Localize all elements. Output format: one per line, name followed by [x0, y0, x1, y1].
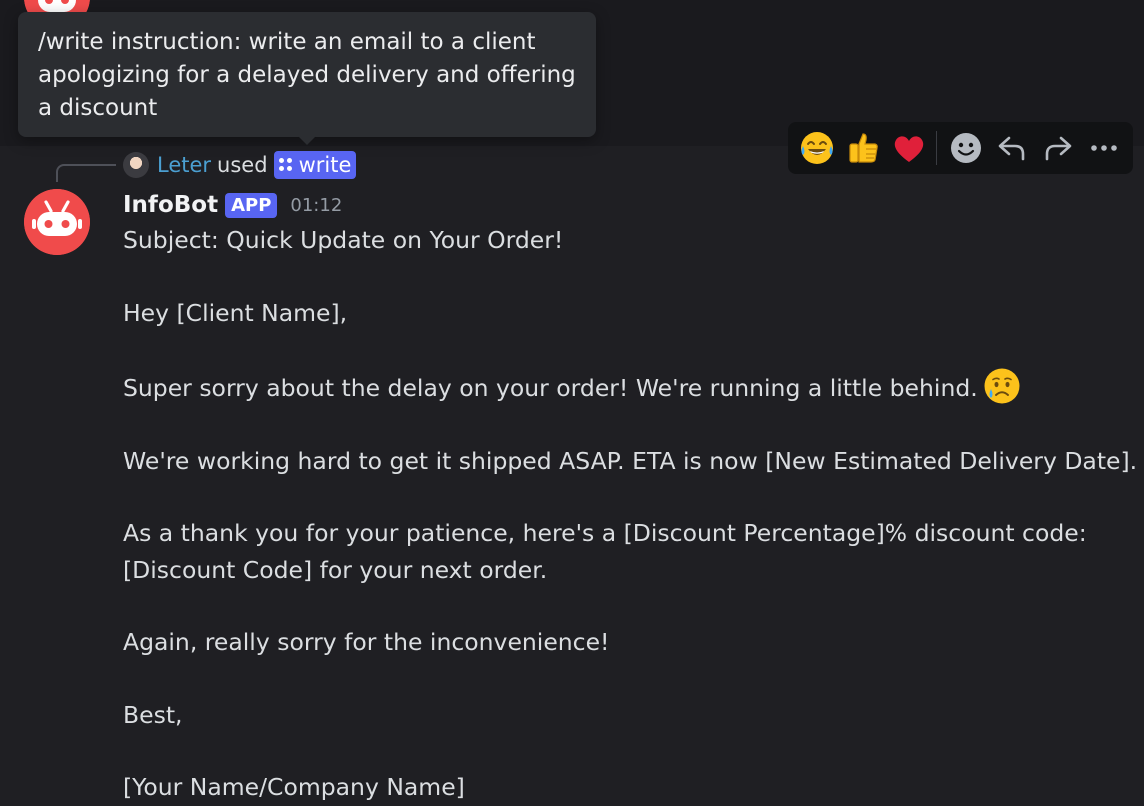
- message-line: Again, really sorry for the inconvenienc…: [123, 628, 610, 657]
- message-line: [123, 479, 1123, 515]
- reply-user-avatar[interactable]: [123, 152, 149, 178]
- message-content: Subject: Quick Update on Your Order! Hey…: [123, 222, 1138, 806]
- quick-reaction-joy[interactable]: [794, 125, 840, 171]
- quick-reaction-heart[interactable]: [886, 125, 932, 171]
- tooltip-text: /write instruction: write an email to a …: [38, 29, 576, 121]
- message-line: Subject: Quick Update on Your Order!: [123, 226, 564, 254]
- add-reaction-button[interactable]: [943, 125, 989, 171]
- reply-connector: [56, 164, 116, 182]
- command-name: write: [298, 153, 352, 177]
- quick-reaction-thumbs-up[interactable]: [840, 125, 886, 171]
- reply-arrow-icon: [998, 136, 1025, 161]
- message-actions-toolbar: [788, 122, 1133, 174]
- reply-username[interactable]: Leter: [157, 153, 211, 177]
- joy-emoji-icon: [801, 132, 833, 164]
- command-pill[interactable]: write: [273, 151, 357, 179]
- message-line: [123, 406, 1123, 442]
- more-options-button[interactable]: [1081, 125, 1127, 171]
- message-line: [Discount Code] for your next order.: [123, 555, 548, 584]
- message-line: Super sorry about the delay on your orde…: [123, 374, 978, 403]
- command-tooltip: /write instruction: write an email to a …: [18, 12, 596, 137]
- forward-button[interactable]: [1035, 125, 1081, 171]
- smiley-icon: [951, 133, 981, 163]
- toolbar-divider: [936, 131, 937, 165]
- message-line: [123, 258, 1123, 294]
- message-line: Best,: [123, 700, 183, 729]
- message-line: [123, 588, 1123, 624]
- command-reply-context[interactable]: Leter used write: [123, 150, 357, 180]
- reply-used-text: used: [217, 153, 268, 177]
- slash-command-icon: [278, 158, 293, 172]
- message-line: [123, 733, 1123, 769]
- message-header: InfoBot APP 01:12: [123, 188, 342, 222]
- message-line: [123, 661, 1123, 697]
- tooltip-arrow: [298, 136, 316, 145]
- message-line: As a thank you for your patience, here's…: [123, 519, 1087, 548]
- reply-button[interactable]: [989, 125, 1035, 171]
- message-line: We're working hard to get it shipped ASA…: [123, 446, 1138, 475]
- message-timestamp[interactable]: 01:12: [290, 195, 342, 216]
- thumbs-up-emoji-icon: [849, 133, 878, 163]
- app-badge: APP: [225, 192, 278, 218]
- red-heart-emoji-icon: [894, 136, 924, 162]
- message-line: [123, 331, 1123, 367]
- bot-avatar[interactable]: [24, 189, 90, 255]
- robot-icon: [24, 189, 90, 255]
- message-line-with-emoji: Super sorry about the delay on your orde…: [123, 367, 1123, 406]
- forward-arrow-icon: [1045, 136, 1072, 161]
- ellipsis-icon: [1091, 145, 1117, 151]
- author-username[interactable]: InfoBot: [123, 192, 218, 218]
- message-line: [Your Name/Company Name]: [123, 773, 465, 802]
- message-line: Hey [Client Name],: [123, 298, 348, 327]
- sad-but-relieved-emoji-icon: [984, 368, 1020, 404]
